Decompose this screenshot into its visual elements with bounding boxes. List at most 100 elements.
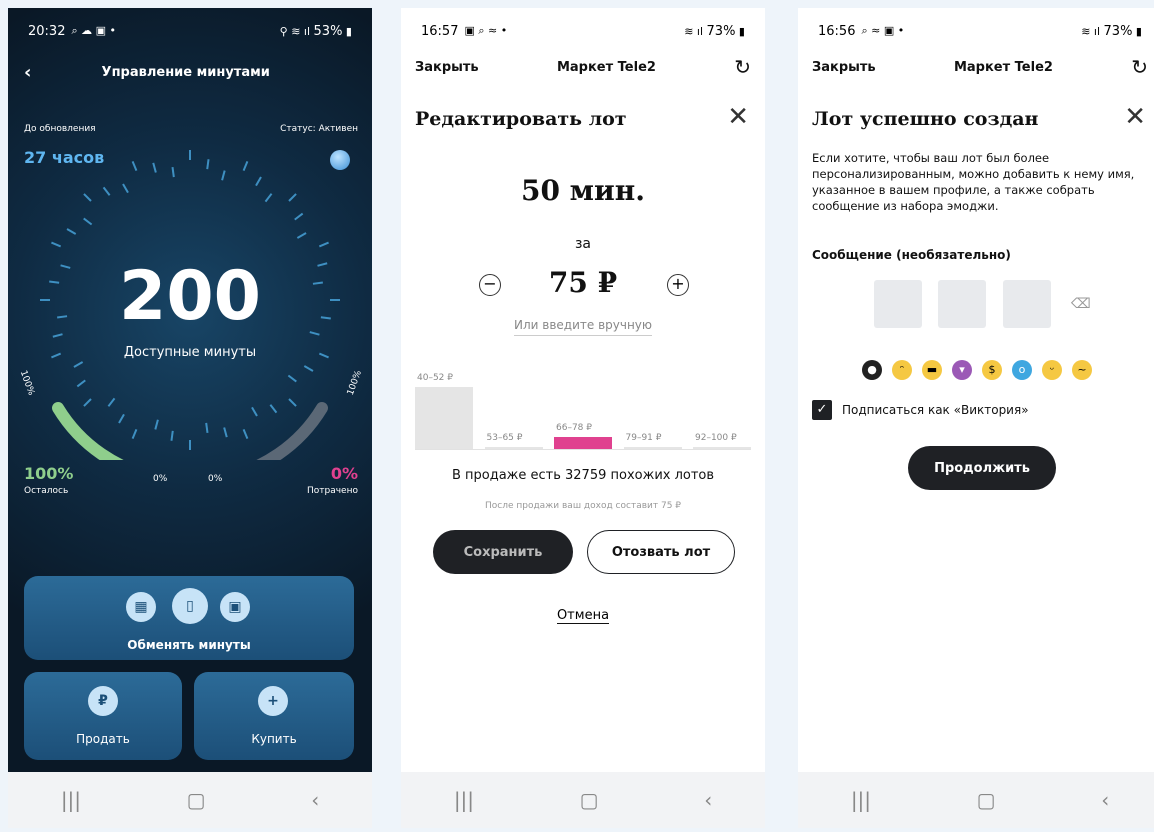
status-right: ≋ ıl 73% ▮: [684, 23, 745, 39]
dial-tick: [309, 331, 320, 336]
sign-as-label: Подписаться как «Виктория»: [842, 403, 1029, 417]
sign-as-checkbox[interactable]: ✓: [812, 400, 832, 420]
dial-tick: [83, 193, 92, 202]
money-icon[interactable]: $: [982, 360, 1002, 380]
devil-icon[interactable]: ▾: [952, 360, 972, 380]
gift-icon: ▣: [220, 592, 250, 622]
home-icon[interactable]: ▢: [977, 788, 996, 812]
dial-tick: [83, 217, 93, 226]
save-button[interactable]: Сохранить: [433, 530, 573, 574]
dial-tick: [171, 167, 175, 178]
tongue-icon[interactable]: ᵕ: [1042, 360, 1062, 380]
lot-amount: 50 мин.: [520, 174, 646, 207]
dial-tick: [131, 428, 138, 439]
dial-tick: [221, 170, 226, 181]
spent-value: 0%: [330, 464, 358, 483]
continue-button[interactable]: Продолжить: [908, 446, 1056, 490]
scream-icon[interactable]: o: [1012, 360, 1032, 380]
histogram-bar: [623, 447, 682, 449]
emoji-slot[interactable]: [938, 280, 986, 328]
status-bar: 16:57 ▣ ⌕ ≈ • ≋ ıl 73% ▮: [401, 8, 765, 54]
right-zero-label: 0%: [208, 474, 223, 484]
refresh-icon[interactable]: ↻: [1131, 55, 1148, 79]
page-title: Лот успешно создан: [812, 108, 1039, 130]
home-icon[interactable]: ▢: [580, 788, 599, 812]
histogram-bar: [693, 447, 751, 449]
minutes-label: Доступные минуты: [123, 345, 257, 360]
sell-button[interactable]: ₽ Продать: [24, 672, 182, 760]
similar-lots-text: В продаже есть 32759 похожих лотов: [451, 468, 715, 483]
calendar-icon: ▦: [126, 592, 156, 622]
status-battery: 73%: [706, 23, 736, 39]
cat-icon[interactable]: ᵔ: [892, 360, 912, 380]
back-nav-icon[interactable]: ‹: [311, 788, 319, 812]
dial-tick: [288, 193, 297, 202]
dial-tick: [318, 241, 329, 248]
recents-icon[interactable]: |||: [61, 788, 81, 812]
cool-icon[interactable]: ▬: [922, 360, 942, 380]
histogram-bar-label: 66–78 ₽: [556, 422, 592, 433]
close-icon[interactable]: ✕: [1124, 102, 1146, 132]
lot-price: 75 ₽: [548, 266, 618, 299]
header: ‹ Управление минутами: [8, 54, 372, 90]
recents-icon[interactable]: |||: [851, 788, 871, 812]
close-link[interactable]: Закрыть: [812, 60, 876, 75]
bomb-icon[interactable]: ●: [862, 360, 882, 380]
screen-edit-lot: 16:57 ▣ ⌕ ≈ • ≋ ıl 73% ▮ Закрыть Маркет …: [401, 8, 765, 828]
spent-arc: [256, 402, 328, 460]
recents-icon[interactable]: |||: [454, 788, 474, 812]
dial-tick: [255, 176, 262, 187]
close-icon[interactable]: ✕: [727, 102, 749, 132]
dial-tick: [76, 379, 86, 388]
status-right: ⚲ ≋ ıl 53% ▮: [279, 23, 352, 39]
withdraw-lot-button[interactable]: Отозвать лот: [587, 530, 735, 574]
description-text: Если хотите, чтобы ваш лот был более пер…: [812, 151, 1135, 213]
dial-tick: [223, 427, 228, 438]
home-icon[interactable]: ▢: [187, 788, 206, 812]
histogram-bar-label: 92–100 ₽: [695, 433, 737, 443]
screen-lot-created: 16:56 ⌕ ≈ ▣ • ≋ ıl 73% ▮ Закрыть Маркет …: [798, 8, 1154, 828]
backspace-icon[interactable]: ⌫: [1071, 296, 1091, 312]
market-title: Маркет Tele2: [556, 59, 656, 75]
refresh-icon[interactable]: ↻: [734, 55, 751, 79]
status-battery: 53%: [313, 23, 343, 39]
emoji-picker: ● ᵔ ▬ ▾ $ o ᵕ ~: [862, 360, 1112, 380]
ruble-icon: ₽: [88, 686, 118, 716]
sick-icon[interactable]: ~: [1072, 360, 1092, 380]
top-bar: Закрыть Маркет Tele2 ↻: [812, 54, 1148, 80]
dial-tick: [269, 404, 278, 414]
dial-tick: [52, 333, 63, 338]
cancel-link[interactable]: Отмена: [401, 608, 765, 624]
sell-label: Продать: [76, 732, 130, 746]
emoji-slot[interactable]: [874, 280, 922, 328]
status-label: Статус: Активен: [280, 124, 358, 134]
manual-input-link[interactable]: Или введите вручную: [401, 318, 765, 336]
page-title: Редактировать лот: [415, 108, 627, 130]
back-nav-icon[interactable]: ‹: [704, 788, 712, 812]
remaining-label: Осталось: [24, 486, 69, 496]
close-link[interactable]: Закрыть: [415, 60, 479, 75]
emoji-slot[interactable]: [1003, 280, 1051, 328]
dial-tick: [83, 398, 92, 407]
dial-tick: [152, 162, 157, 173]
histogram-bar-label: 40–52 ₽: [417, 373, 453, 383]
exchange-label: Обменять минуты: [127, 638, 251, 652]
status-right: ≋ ıl 73% ▮: [1081, 23, 1142, 39]
dial-tick: [107, 397, 116, 407]
buy-button[interactable]: + Купить: [194, 672, 354, 760]
increase-icon[interactable]: +: [667, 274, 689, 296]
dial-tick: [122, 183, 129, 194]
dial-tick: [303, 365, 314, 372]
income-text: После продажи ваш доход составит 75 ₽: [484, 501, 682, 511]
left-zero-label: 0%: [153, 474, 168, 484]
exchange-minutes-card[interactable]: ▦ ▯ ▣ Обменять минуты: [24, 576, 354, 660]
dial-tick: [206, 159, 210, 170]
histogram-bar: [415, 387, 473, 449]
back-nav-icon[interactable]: ‹: [1101, 788, 1109, 812]
until-update-label: До обновления: [24, 124, 96, 134]
status-bar: 20:32 ⌕ ☁ ▣ • ⚲ ≋ ıl 53% ▮: [8, 8, 372, 54]
dial-tick: [131, 161, 138, 172]
status-battery: 73%: [1103, 23, 1133, 39]
status-icons: ⌕ ≈ ▣ •: [861, 24, 905, 37]
back-icon[interactable]: ‹: [24, 62, 31, 83]
